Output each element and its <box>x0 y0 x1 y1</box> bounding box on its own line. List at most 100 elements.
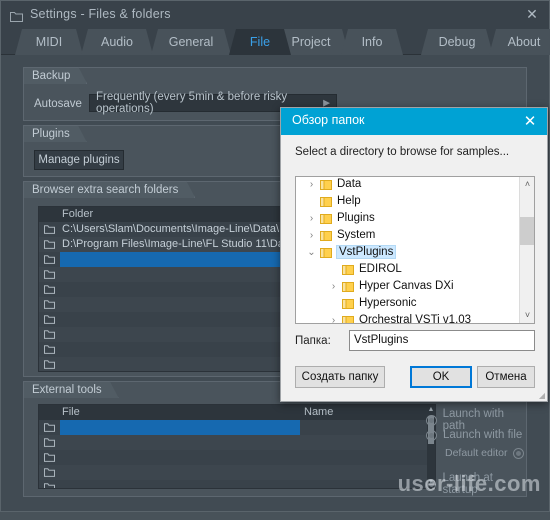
tree-node[interactable]: EDIROL <box>296 262 534 279</box>
radio-icon[interactable] <box>426 429 437 441</box>
option-launch-at-startup[interactable]: Launch at startup <box>426 472 526 496</box>
close-icon[interactable]: ✕ <box>523 5 541 23</box>
tools-list-row[interactable] <box>39 435 435 450</box>
tab-debug[interactable]: Debug <box>421 29 493 55</box>
folder-icon <box>44 360 55 369</box>
folder-icon <box>44 300 55 309</box>
create-folder-button[interactable]: Создать папку <box>295 366 385 388</box>
chevron-icon[interactable]: ⌄ <box>306 247 317 258</box>
tree-node-label: Help <box>337 195 361 207</box>
tab-general[interactable]: General <box>151 29 231 55</box>
tools-list-row[interactable] <box>39 450 435 465</box>
folder-tree-rows: › Data Help › Plugins › System ⌄ VstPlugins EDIRO… <box>296 177 534 324</box>
folders-list-row-path: D:\Program Files\Image-Line\FL Studio 11… <box>62 238 297 250</box>
chevron-icon[interactable]: › <box>328 315 339 323</box>
folders-list-row[interactable]: D:\Program Files\Image-Line\FL Studio 11… <box>39 237 297 252</box>
folders-list-row[interactable] <box>39 342 297 357</box>
manage-plugins-button[interactable]: Manage plugins <box>34 150 124 170</box>
scroll-thumb[interactable] <box>520 217 534 245</box>
tree-node[interactable]: › Hyper Canvas DXi <box>296 279 534 296</box>
folder-icon <box>44 468 55 477</box>
tab-label: MIDI <box>35 35 63 49</box>
folder-icon <box>342 316 354 323</box>
folder-tree[interactable]: › Data Help › Plugins › System ⌄ VstPlugins EDIRO… <box>295 176 535 324</box>
tab-audio[interactable]: Audio <box>81 29 153 55</box>
tools-list-header: File Name <box>39 405 435 420</box>
ok-button[interactable]: OK <box>410 366 472 388</box>
window-titlebar: Settings - Files & folders ✕ <box>1 1 549 27</box>
tree-node-label: Orchestral VSTi v1.03 <box>359 314 472 324</box>
group-external-tools-title: External tools <box>23 381 119 398</box>
folders-list-row[interactable] <box>39 252 297 267</box>
radio-icon[interactable] <box>426 414 437 426</box>
option-default-editor[interactable]: Default editor <box>445 447 525 459</box>
tree-node[interactable]: › Plugins <box>296 211 534 228</box>
folder-icon <box>320 197 332 207</box>
dialog-close-icon[interactable]: ✕ <box>519 111 541 132</box>
tree-node-label: Hyper Canvas DXi <box>359 280 454 292</box>
tree-node[interactable]: Hypersonic <box>296 296 534 313</box>
tree-scrollbar[interactable]: ˄ ˅ <box>519 177 534 323</box>
folders-list-row-path: C:\Users\Slam\Documents\Image-Line\Data\ <box>62 223 280 235</box>
tree-node-label: EDIROL <box>359 263 402 275</box>
tab-strip: MIDI Audio General File Project Info Debug Abou… <box>1 27 549 55</box>
tab-about[interactable]: About <box>489 29 550 55</box>
folder-icon <box>44 240 55 249</box>
chevron-icon[interactable]: › <box>306 179 317 190</box>
folder-name-input[interactable]: VstPlugins <box>349 330 535 351</box>
external-tools-list[interactable]: File Name ▲ ▼ <box>38 404 436 489</box>
browser-folders-list[interactable]: Folder C:\Users\Slam\Documents\Image-Line… <box>38 206 298 372</box>
folders-list-row[interactable] <box>39 267 297 282</box>
resize-grip-icon[interactable]: ◢ <box>539 391 545 400</box>
folders-list-row[interactable] <box>39 282 297 297</box>
column-header-folder: Folder <box>62 208 94 220</box>
tab-info[interactable]: Info <box>341 29 403 55</box>
folder-icon <box>44 285 55 294</box>
tools-list-row[interactable] <box>39 480 435 488</box>
radio-icon[interactable] <box>513 447 525 459</box>
row-selection <box>60 252 291 267</box>
scroll-down-icon[interactable]: ˅ <box>520 308 534 323</box>
folder-icon <box>44 483 55 488</box>
folders-list-row[interactable]: C:\Users\Slam\Documents\Image-Line\Data\ <box>39 222 297 237</box>
folder-icon <box>320 180 332 190</box>
folders-list-header: Folder <box>39 207 297 222</box>
tree-node[interactable]: › Orchestral VSTi v1.03 <box>296 313 534 324</box>
tab-label: General <box>168 35 214 49</box>
group-browser-folders-title: Browser extra search folders <box>23 181 195 198</box>
dialog-prompt: Select a directory to browse for samples… <box>295 146 510 158</box>
tab-label: About <box>507 35 541 49</box>
column-header-name: Name <box>304 406 334 418</box>
folder-name-label: Папка: <box>295 335 331 347</box>
tools-list-row[interactable] <box>39 465 435 480</box>
cancel-button[interactable]: Отмена <box>477 366 535 388</box>
chevron-icon[interactable]: › <box>306 230 317 241</box>
tree-node-label: Data <box>337 178 362 190</box>
folder-icon <box>44 345 55 354</box>
folders-list-row[interactable] <box>39 312 297 327</box>
group-plugins-title: Plugins <box>23 125 87 142</box>
tab-midi[interactable]: MIDI <box>15 29 83 55</box>
chevron-icon[interactable]: › <box>306 213 317 224</box>
tab-label: Project <box>291 35 331 49</box>
tree-node[interactable]: Help <box>296 194 534 211</box>
folders-list-row[interactable] <box>39 357 297 371</box>
tree-node[interactable]: ⌄ VstPlugins <box>296 245 534 262</box>
folders-list-row[interactable] <box>39 327 297 342</box>
tools-list-row[interactable] <box>39 420 435 435</box>
tab-file[interactable]: File <box>229 29 291 55</box>
option-launch-with-file[interactable]: Launch with file <box>426 429 522 441</box>
column-header-file: File <box>62 406 80 418</box>
tree-node[interactable]: › Data <box>296 177 534 194</box>
option-label: Launch at startup <box>442 472 493 496</box>
chevron-icon[interactable]: › <box>328 281 339 292</box>
folders-list-row[interactable] <box>39 297 297 312</box>
folder-icon <box>342 299 354 309</box>
window-title: Settings - Files & folders <box>30 7 171 21</box>
folder-icon <box>44 438 55 447</box>
radio-icon[interactable] <box>426 478 437 490</box>
tree-node[interactable]: › System <box>296 228 534 245</box>
folder-icon <box>342 265 354 275</box>
settings-window: Settings - Files & folders ✕ MIDI Audio Ge… <box>0 0 550 512</box>
scroll-up-icon[interactable]: ˄ <box>520 177 534 192</box>
